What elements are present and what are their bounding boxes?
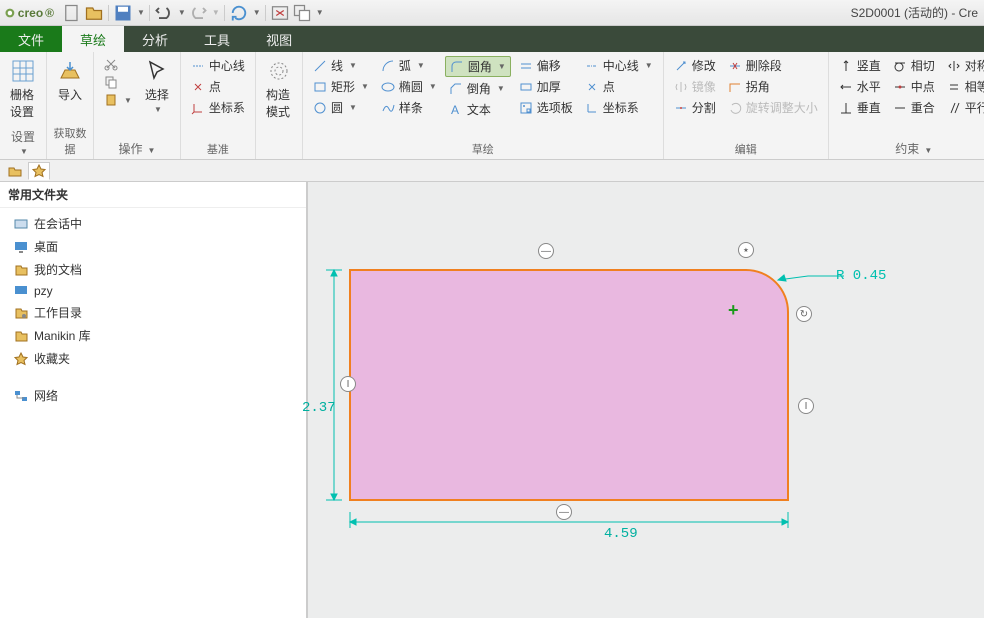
tree-item-docs[interactable]: 我的文档 [0, 258, 306, 281]
sketch-csys-button[interactable]: 坐标系 [581, 98, 657, 117]
new-icon[interactable] [62, 3, 82, 23]
quick-access-toolbar: ▼ ▼ ▼ ▼ ▼ [62, 3, 324, 23]
sketch-svg [308, 182, 868, 562]
delete-seg-button[interactable]: 删除段 [724, 56, 822, 75]
offset-button[interactable]: 偏移 [515, 56, 577, 75]
crosshair-icon: + [728, 300, 739, 321]
windows-icon[interactable] [292, 3, 312, 23]
mirror-button: 镜像 [670, 77, 720, 96]
perpendicular-button[interactable]: 垂直 [835, 98, 885, 117]
equal-button[interactable]: 相等 [943, 77, 984, 96]
rect-button[interactable]: 矩形▼ [309, 77, 373, 96]
folder-tab-icon[interactable] [4, 162, 26, 180]
modify-button[interactable]: 修改 [670, 56, 720, 75]
side-header: 常用文件夹 [0, 182, 306, 208]
dim-width[interactable]: 4.59 [604, 526, 638, 542]
coincident-button[interactable]: 重合 [889, 98, 939, 117]
tree-item-workdir[interactable]: 工作目录 [0, 301, 306, 324]
side-panel: 常用文件夹 在会话中 桌面 我的文档 pzy 工作目录 Manikin 库 收藏… [0, 182, 308, 618]
horizontal-button[interactable]: 水平 [835, 77, 885, 96]
ribbon: 栅格设置 设置 ▼ 导入 获取数据 ▼ 选择▼ 操作 ▼ [0, 52, 984, 160]
regen-icon[interactable] [229, 3, 249, 23]
centerline-button[interactable]: 中心线 [187, 56, 249, 75]
line-button[interactable]: 线▼ [309, 56, 373, 75]
undo-icon[interactable] [154, 3, 174, 23]
redo-icon[interactable] [188, 3, 208, 23]
sketch-point-button[interactable]: 点 [581, 77, 657, 96]
tab-analysis[interactable]: 分析 [124, 26, 186, 52]
dim-height[interactable]: 2.37 [302, 400, 336, 416]
circle-button[interactable]: 圆▼ [309, 98, 373, 117]
tab-tools[interactable]: 工具 [186, 26, 248, 52]
ellipse-button[interactable]: 椭圆▼ [377, 77, 441, 96]
tab-sketch[interactable]: 草绘 [62, 26, 124, 52]
divide-button[interactable]: 分割 [670, 98, 720, 117]
tree-item-session[interactable]: 在会话中 [0, 212, 306, 235]
parallel-button[interactable]: 平行 [943, 98, 984, 117]
midpoint-button[interactable]: 中点 [889, 77, 939, 96]
handle-arc[interactable]: ↻ [796, 306, 812, 322]
datum-point-button[interactable]: 点 [187, 77, 249, 96]
open-icon[interactable] [84, 3, 104, 23]
save-icon[interactable] [113, 3, 133, 23]
import-button[interactable]: 导入 [53, 56, 87, 105]
rotate-resize-button: 旋转调整大小 [724, 98, 822, 117]
chamfer-button[interactable]: 倒角▼ [445, 79, 511, 98]
svg-text:A: A [451, 103, 459, 117]
symmetric-button[interactable]: 对称 [943, 56, 984, 75]
tree-item-user[interactable]: pzy [0, 281, 306, 301]
handle-top[interactable]: — [538, 243, 554, 259]
tree-item-network[interactable]: 网络 [0, 384, 306, 407]
cut-icon[interactable] [100, 56, 136, 72]
palette-button[interactable]: 选项板 [515, 98, 577, 117]
handle-left[interactable]: I [340, 376, 356, 392]
dim-radius[interactable]: R 0.45 [836, 268, 886, 284]
menu-bar: 文件 草绘 分析 工具 视图 [0, 26, 984, 52]
folder-tree: 在会话中 桌面 我的文档 pzy 工作目录 Manikin 库 收藏夹 网络 [0, 208, 306, 411]
sketch-centerline-button[interactable]: 中心线▼ [581, 56, 657, 75]
app-logo: creo® [4, 6, 54, 20]
nav-tabs [0, 160, 984, 182]
paste-icon[interactable]: ▼ [100, 92, 136, 108]
vertical-button[interactable]: 竖直 [835, 56, 885, 75]
tab-file[interactable]: 文件 [0, 26, 62, 52]
fillet-button[interactable]: 圆角▼ [445, 56, 511, 77]
text-button[interactable]: A文本 [445, 100, 511, 119]
spline-button[interactable]: 样条 [377, 98, 441, 117]
tree-item-manikin[interactable]: Manikin 库 [0, 324, 306, 347]
favorites-tab-icon[interactable] [28, 162, 50, 180]
grid-settings-button[interactable]: 栅格设置 [6, 56, 40, 122]
tree-item-favorites[interactable]: 收藏夹 [0, 347, 306, 370]
tangent-button[interactable]: 相切 [889, 56, 939, 75]
arc-button[interactable]: 弧▼ [377, 56, 441, 75]
construction-mode-button[interactable]: 构造模式 [262, 56, 296, 122]
main-area: 常用文件夹 在会话中 桌面 我的文档 pzy 工作目录 Manikin 库 收藏… [0, 182, 984, 618]
window-title: S2D0001 (活动的) - Cre [851, 4, 978, 21]
handle-right[interactable]: I [798, 398, 814, 414]
tab-view[interactable]: 视图 [248, 26, 310, 52]
title-bar: creo® ▼ ▼ ▼ ▼ ▼ S2D0001 (活动的) - Cre [0, 0, 984, 26]
corner-button[interactable]: 拐角 [724, 77, 822, 96]
canvas[interactable]: 2.37 4.59 R 0.45 — ⭑ ↻ I I — + [308, 182, 984, 618]
close-window-icon[interactable] [270, 3, 290, 23]
tree-item-desktop[interactable]: 桌面 [0, 235, 306, 258]
datum-csys-button[interactable]: 坐标系 [187, 98, 249, 117]
copy-icon[interactable] [100, 74, 136, 90]
handle-bottom[interactable]: — [556, 504, 572, 520]
handle-corner-lock[interactable]: ⭑ [738, 242, 754, 258]
thicken-button[interactable]: 加厚 [515, 77, 577, 96]
select-button[interactable]: 选择▼ [140, 56, 174, 116]
